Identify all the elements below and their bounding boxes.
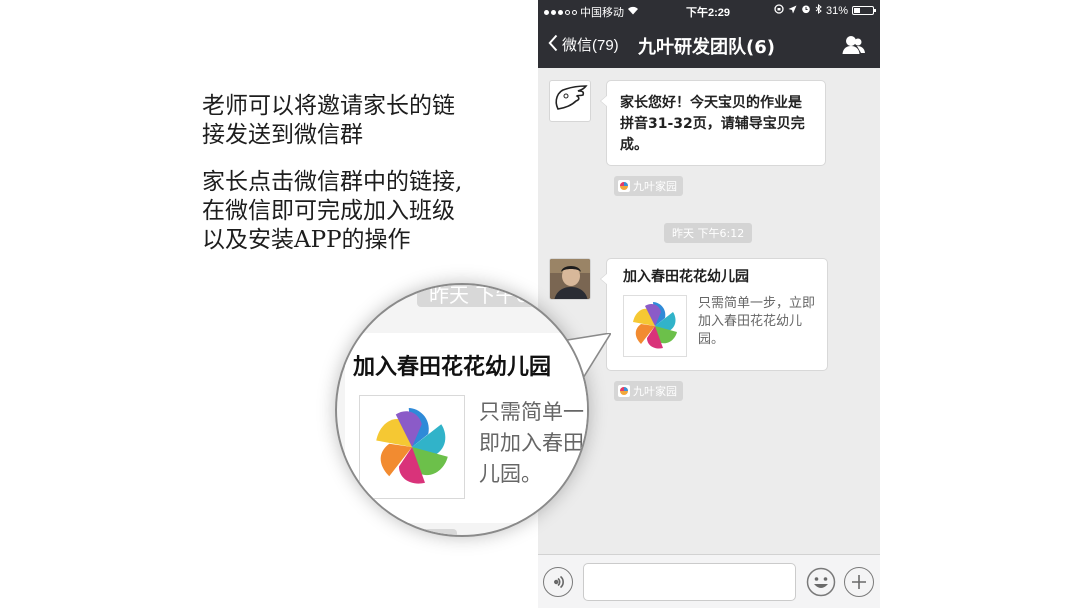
status-time: 下午2:29 [686,7,731,19]
wifi-icon [627,6,639,18]
carrier-label: 中国移动 [580,7,624,19]
chat-input-bar [538,554,880,608]
magnified-card-description: 只需简单一 即加入春田 儿园。 [479,400,584,486]
pinwheel-logo-icon [623,295,687,357]
source-tag-label: 九叶家园 [633,181,677,193]
magnified-card-title: 加入春田花花幼儿园 [353,355,552,380]
source-tag-label: 九叶家园 [633,386,677,398]
chat-title: 九叶研发团队(6) [638,37,775,58]
avatar-photo[interactable] [549,258,591,300]
invite-link-card[interactable]: 加入春田花花幼儿园 只需简单一步，立即加入春田花花幼儿园。 [600,258,828,371]
status-bar: 中国移动 下午2:29 31% [538,0,880,20]
app-logo-icon [618,180,630,192]
card-title: 加入春田花花幼儿园 [623,269,749,285]
caption-paragraph-2: 家长点击微信群中的链接, 在微信即可完成加入班级 以及安装APP的操作 [202,168,462,255]
magnified-invite-card: 加入春田花花幼儿园 只需简单一 即加入春田 儿园。 [345,333,587,523]
back-label: 微信(79) [562,37,619,54]
magnified-pinwheel-logo-icon [359,395,465,499]
avatar-wing[interactable] [549,80,591,122]
message-text: 家长您好！今天宝贝的作业是拼音31-32页，请辅导宝贝完成。 [620,95,805,153]
alarm-icon [801,4,811,17]
app-logo-icon [618,385,630,397]
source-tag[interactable]: 九叶家园 [614,176,683,196]
caption-paragraph-1: 老师可以将邀请家长的链 接发送到微信群 [202,92,455,150]
card-description: 只需简单一步，立即加入春田花花幼儿园。 [698,296,816,347]
caption-line: 在微信即可完成加入班级 [202,198,455,224]
signal-icon [544,9,577,15]
voice-icon[interactable] [543,567,573,597]
back-button[interactable]: 微信(79) [548,34,619,55]
magnifier-callout: 昨天 下午6 加入春田花花幼儿园 只需简单一 即加入春田 儿园。 [335,283,589,537]
battery-percent: 31% [825,4,848,17]
message-input[interactable] [583,563,796,601]
caption-line: 以及安装APP的操作 [202,227,411,253]
message-bubble-homework[interactable]: 家长您好！今天宝贝的作业是拼音31-32页，请辅导宝贝完成。 [600,80,826,166]
caption-line: 接发送到微信群 [202,122,363,148]
caption-line: 老师可以将邀请家长的链 [202,93,455,119]
phone-screen: 中国移动 下午2:29 31% 微信(79) 九叶研发团队(6) 家长您好！今天… [538,0,880,608]
plus-icon[interactable] [844,567,874,597]
location-icon [788,5,797,17]
timestamp-chip: 昨天 下午6:12 [664,223,753,243]
chevron-left-icon [548,34,558,55]
magnified-timestamp: 昨天 下午6 [417,285,541,307]
battery-icon [852,6,876,15]
bluetooth-icon [815,3,822,17]
group-members-icon[interactable] [842,35,866,55]
source-tag[interactable]: 九叶家园 [614,381,683,401]
chat-navbar: 微信(79) 九叶研发团队(6) [538,20,880,68]
emoji-icon[interactable] [806,567,836,597]
magnified-next-chip [377,529,457,535]
rotation-lock-icon [774,4,784,17]
caption-line: 家长点击微信群中的链接, [202,169,463,195]
